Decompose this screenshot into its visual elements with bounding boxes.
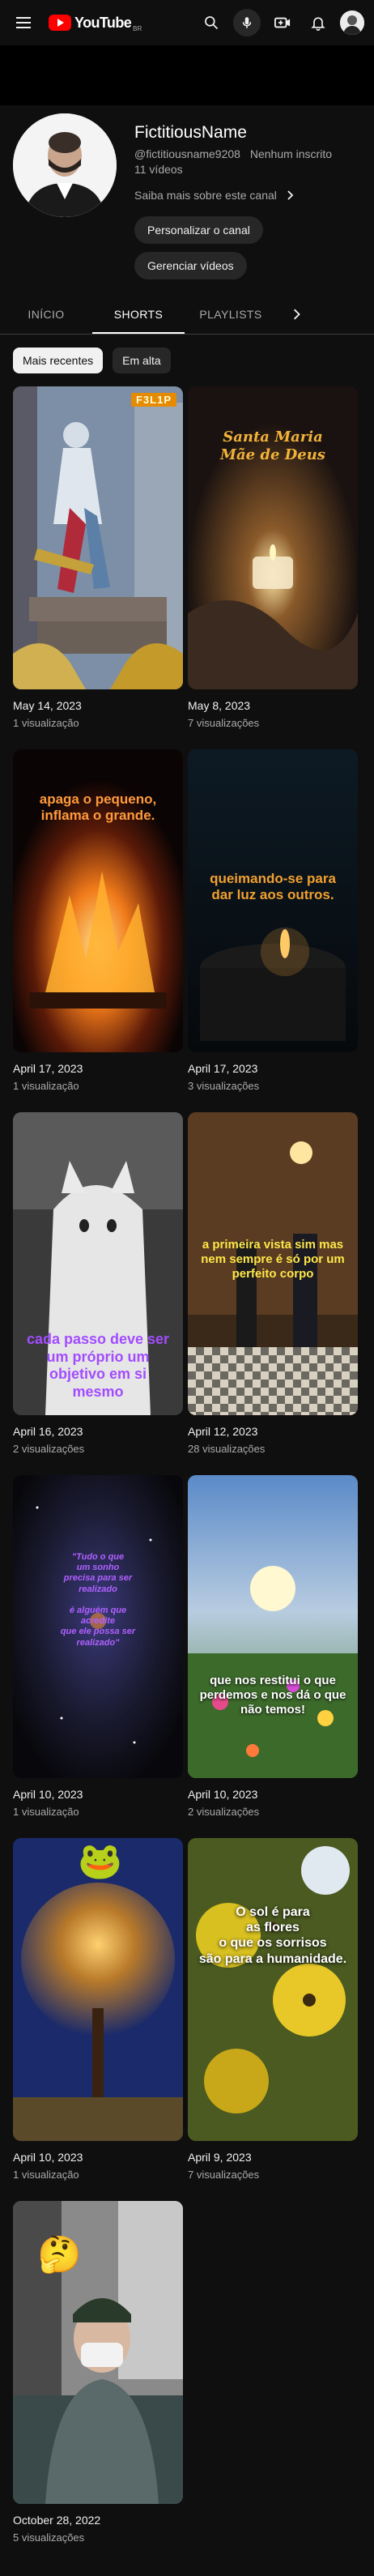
tab-playlists[interactable]: PLAYLISTS <box>185 296 277 334</box>
youtube-play-icon <box>49 15 71 31</box>
bell-icon <box>311 17 325 31</box>
short-card[interactable]: que nos restitui o que perdemos e nos dá… <box>188 1475 358 1838</box>
short-date: May 14, 2023 <box>13 699 82 712</box>
short-thumbnail[interactable]: 🐸 <box>13 1838 183 2141</box>
short-card[interactable]: apaga o pequeno, inflama o grande. April… <box>13 749 183 1112</box>
short-date: April 16, 2023 <box>13 1425 83 1438</box>
logo-text: YouTube <box>74 14 132 31</box>
manage-videos-button[interactable]: Gerenciar vídeos <box>134 252 247 279</box>
voice-search-button[interactable] <box>233 9 261 36</box>
short-views: 1 visualização <box>13 1080 79 1092</box>
short-date: April 10, 2023 <box>13 1788 83 1801</box>
chevron-right-icon <box>294 309 300 320</box>
short-thumbnail[interactable]: a primeira vista sim mas nem sempre é só… <box>188 1112 358 1415</box>
short-card[interactable]: cada passo deve ser um próprio um objeti… <box>13 1112 183 1475</box>
search-icon <box>205 16 219 30</box>
channel-meta: @fictitiousname9208 Nenhum inscrito <box>134 147 332 160</box>
subscriber-count: Nenhum inscrito <box>249 147 332 160</box>
short-caption: "Tudo o que um sonho precisa para ser re… <box>60 1552 136 1648</box>
short-thumbnail[interactable]: queimando-se para dar luz aos outros. <box>188 749 358 1052</box>
short-caption: apaga o pequeno, inflama o grande. <box>39 791 157 824</box>
short-caption: que nos restitui o que perdemos e nos dá… <box>199 1674 346 1717</box>
short-views: 2 visualizações <box>188 1806 260 1818</box>
channel-name: FictitiousName <box>134 123 247 142</box>
short-views: 7 visualizações <box>188 2169 260 2181</box>
short-caption: Santa Maria Mãe de Deus <box>220 429 325 463</box>
search-button[interactable] <box>198 9 225 36</box>
video-count: 11 vídeos <box>134 163 183 176</box>
channel-handle: @fictitiousname9208 <box>134 147 240 160</box>
short-card[interactable]: Santa Maria Mãe de Deus May 8, 2023 7 vi… <box>188 386 358 749</box>
logo-country: BR <box>133 24 142 32</box>
thinking-face-emoji-icon: 🤔 <box>37 2235 82 2275</box>
channel-banner <box>0 45 374 105</box>
tab-shorts[interactable]: SHORTS <box>92 296 185 334</box>
short-date: October 28, 2022 <box>13 2514 101 2527</box>
short-views: 1 visualização <box>13 1806 79 1818</box>
channel-tabs: INÍCIO SHORTS PLAYLISTS <box>0 296 374 335</box>
channel-header: FictitiousName @fictitiousname9208 Nenhu… <box>0 105 374 279</box>
short-thumbnail[interactable]: O sol é para as flores o que os sorrisos… <box>188 1838 358 2141</box>
short-thumbnail[interactable]: apaga o pequeno, inflama o grande. <box>13 749 183 1052</box>
short-thumbnail[interactable]: "Tudo o que um sonho precisa para ser re… <box>13 1475 183 1778</box>
short-date: May 8, 2023 <box>188 699 251 712</box>
short-thumbnail[interactable]: que nos restitui o que perdemos e nos dá… <box>188 1475 358 1778</box>
microphone-icon <box>242 17 252 28</box>
short-card[interactable]: O sol é para as flores o que os sorrisos… <box>188 1838 358 2201</box>
short-date: April 9, 2023 <box>188 2151 252 2164</box>
short-views: 3 visualizações <box>188 1080 260 1092</box>
chevron-right-icon <box>287 190 294 200</box>
create-button[interactable] <box>269 9 296 36</box>
short-thumbnail[interactable]: cada passo deve ser um próprio um objeti… <box>13 1112 183 1415</box>
short-views: 2 visualizações <box>13 1443 85 1455</box>
short-views: 1 visualização <box>13 717 79 729</box>
chip-popular[interactable]: Em alta <box>113 348 171 373</box>
tab-home[interactable]: INÍCIO <box>0 296 92 334</box>
notifications-button[interactable] <box>304 9 332 36</box>
shorts-grid: F3L1P May 14, 2023 1 visualização Santa … <box>0 386 374 2564</box>
short-thumbnail[interactable]: F3L1P <box>13 386 183 689</box>
tabs-scroll-right-button[interactable] <box>277 296 316 334</box>
short-caption: cada passo deve ser um próprio um objeti… <box>26 1331 170 1400</box>
frog-emoji-icon: 🐸 <box>78 1841 122 1881</box>
channel-avatar <box>13 113 117 217</box>
user-avatar-icon <box>340 11 364 35</box>
youtube-logo[interactable]: YouTube BR <box>49 14 142 32</box>
short-caption: queimando-se para dar luz aos outros. <box>210 871 336 903</box>
short-views: 28 visualizações <box>188 1443 266 1455</box>
short-card[interactable]: 🤔 October 28, 2022 5 visualizações <box>13 2201 183 2564</box>
menu-icon[interactable] <box>10 8 39 37</box>
short-date: April 12, 2023 <box>188 1425 258 1438</box>
short-date: April 17, 2023 <box>13 1062 83 1075</box>
customize-channel-button[interactable]: Personalizar o canal <box>134 216 263 244</box>
short-card[interactable]: a primeira vista sim mas nem sempre é só… <box>188 1112 358 1475</box>
short-card[interactable]: queimando-se para dar luz aos outros. Ap… <box>188 749 358 1112</box>
short-date: April 17, 2023 <box>188 1062 258 1075</box>
top-app-bar: YouTube BR <box>0 0 374 45</box>
short-badge: F3L1P <box>130 393 176 407</box>
short-card[interactable]: "Tudo o que um sonho precisa para ser re… <box>13 1475 183 1838</box>
short-views: 7 visualizações <box>188 717 260 729</box>
about-channel-label: Saiba mais sobre este canal <box>134 189 277 202</box>
short-date: April 10, 2023 <box>188 1788 258 1801</box>
account-avatar[interactable] <box>340 11 364 35</box>
short-thumbnail[interactable]: Santa Maria Mãe de Deus <box>188 386 358 689</box>
sort-chips: Mais recentes Em alta <box>0 335 374 386</box>
short-card[interactable]: F3L1P May 14, 2023 1 visualização <box>13 386 183 749</box>
short-views: 1 visualização <box>13 2169 79 2181</box>
short-caption: O sol é para as flores o que os sorrisos… <box>198 1905 347 1966</box>
short-date: April 10, 2023 <box>13 2151 83 2164</box>
chip-most-recent[interactable]: Mais recentes <box>13 348 104 373</box>
create-video-icon <box>274 17 291 28</box>
about-channel-link[interactable]: Saiba mais sobre este canal <box>134 189 332 202</box>
short-thumbnail[interactable]: 🤔 <box>13 2201 183 2504</box>
short-views: 5 visualizações <box>13 2531 85 2544</box>
short-card[interactable]: 🐸 April 10, 2023 1 visualização <box>13 1838 183 2201</box>
short-caption: a primeira vista sim mas nem sempre é só… <box>201 1238 345 1281</box>
